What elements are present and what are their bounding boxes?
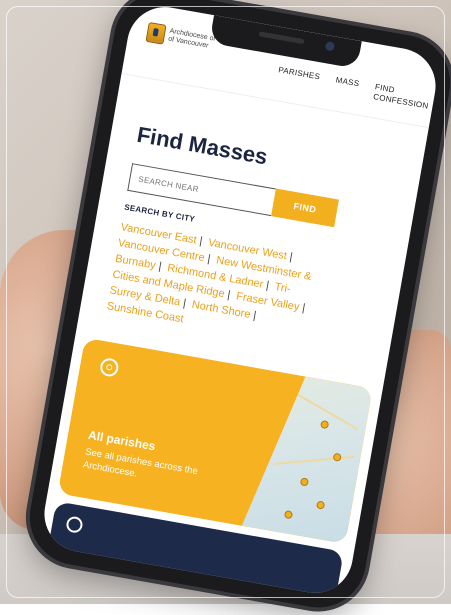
- map-pin-icon: [320, 420, 329, 429]
- main-nav: PARISHES MASS FIND CONFESSION: [276, 65, 430, 110]
- separator: |: [288, 251, 294, 264]
- map-pin-icon: [333, 453, 342, 462]
- map-pin-icon: [316, 500, 325, 509]
- crest-icon: [145, 21, 167, 45]
- separator: |: [157, 260, 163, 273]
- card-text: See all parishes across the Archdiocese.: [82, 446, 199, 480]
- location-pin-icon: [98, 356, 120, 378]
- separator: |: [206, 252, 212, 266]
- nav-item-find-confession[interactable]: FIND CONFESSION: [372, 82, 430, 110]
- separator: |: [182, 297, 187, 310]
- separator: |: [265, 279, 270, 292]
- nav-item-mass[interactable]: MASS: [333, 75, 360, 99]
- find-button[interactable]: FIND: [271, 188, 339, 228]
- nav-item-parishes[interactable]: PARISHES: [276, 65, 321, 92]
- separator: |: [198, 235, 204, 248]
- separator: |: [252, 309, 258, 322]
- map-pin-icon: [284, 510, 293, 519]
- separator: |: [226, 288, 232, 302]
- map-road: [274, 456, 354, 465]
- map-thumbnail: [242, 370, 373, 544]
- map-pin-icon: [300, 477, 309, 486]
- card-icon: [65, 515, 84, 534]
- separator: |: [301, 302, 307, 315]
